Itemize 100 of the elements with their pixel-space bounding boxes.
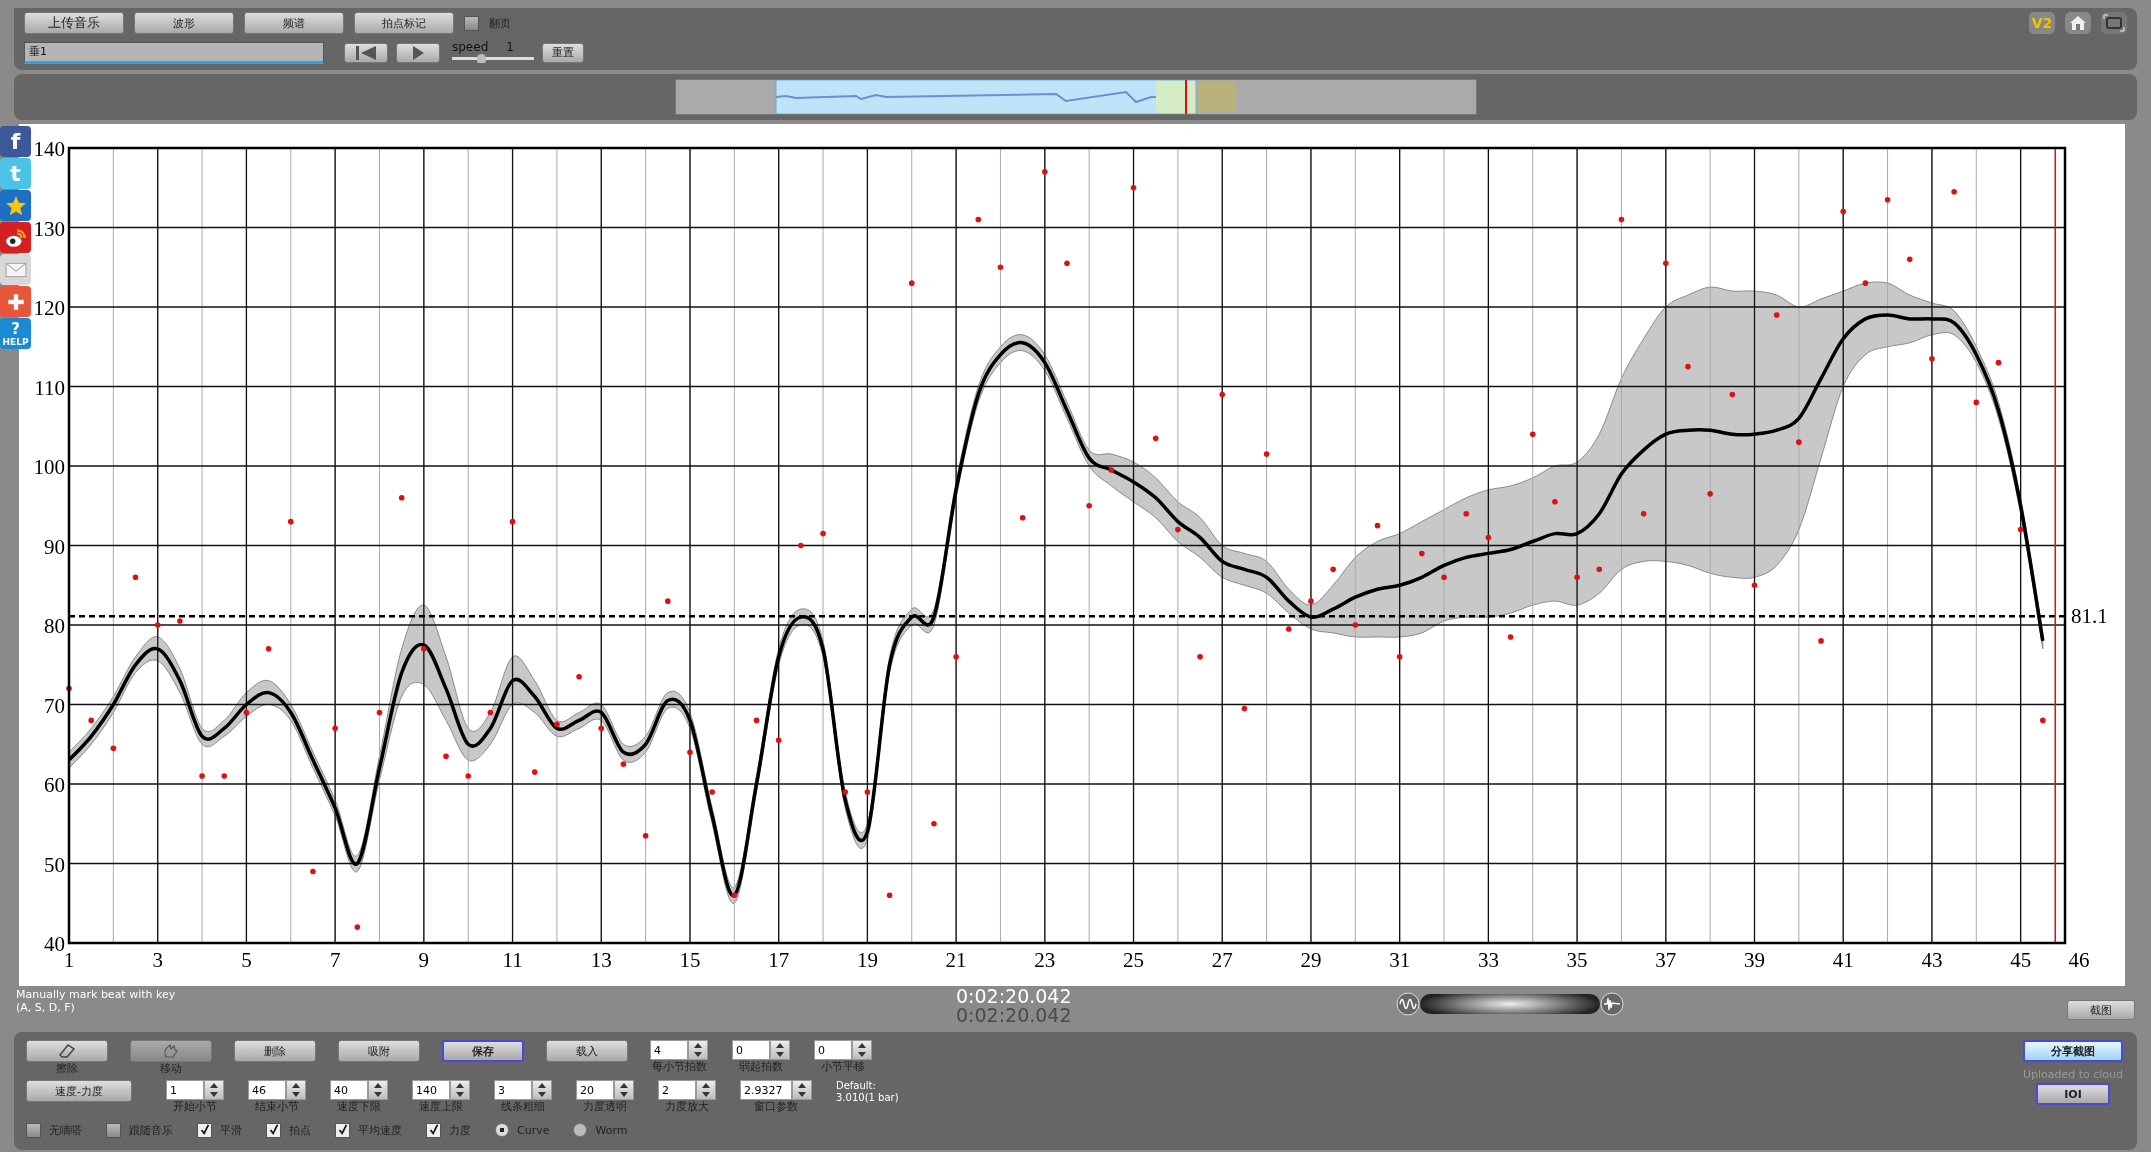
blend-slider[interactable] xyxy=(1420,994,1600,1014)
sine-wave-icon[interactable] xyxy=(1396,992,1420,1016)
number-field[interactable]: 2 xyxy=(658,1080,696,1100)
stepper-button[interactable] xyxy=(792,1080,812,1100)
number-field[interactable]: 1 xyxy=(166,1080,204,1100)
reset-button[interactable]: 重置 xyxy=(542,42,584,63)
share-screenshot-button[interactable]: 分享截图 xyxy=(2023,1040,2123,1062)
action-button[interactable]: 吸附 xyxy=(338,1040,420,1062)
stepper-button[interactable] xyxy=(204,1080,224,1100)
default-label: Default: xyxy=(836,1080,877,1092)
x-tick-label: 43 xyxy=(1921,948,1943,972)
action-button[interactable]: 保存 xyxy=(442,1040,524,1062)
checkbox[interactable] xyxy=(464,15,479,31)
y-tick-label: 110 xyxy=(34,375,65,400)
fullscreen-icon[interactable] xyxy=(2101,12,2127,34)
checkbox[interactable] xyxy=(197,1122,212,1138)
y-tick-label: 80 xyxy=(44,614,65,638)
field-label: 速度下限 xyxy=(337,1100,381,1113)
checkbox-label: 力度 xyxy=(449,1122,471,1138)
stepper-button[interactable] xyxy=(688,1040,708,1060)
slider-thumb[interactable] xyxy=(476,54,486,63)
mode-button[interactable]: 速度-力度 xyxy=(26,1080,132,1102)
skip-back-icon xyxy=(354,44,378,61)
stepper-button[interactable] xyxy=(450,1080,470,1100)
x-tick-label: 27 xyxy=(1211,948,1233,972)
action-button[interactable]: 载入 xyxy=(546,1040,628,1062)
checkbox[interactable] xyxy=(335,1122,350,1138)
stepper-button[interactable] xyxy=(696,1080,716,1100)
checkbox[interactable] xyxy=(266,1122,281,1138)
ioi-button[interactable]: IOI xyxy=(2036,1083,2110,1105)
number-field[interactable]: 46 xyxy=(248,1080,286,1100)
number-field[interactable]: 20 xyxy=(576,1080,614,1100)
skip-back-button[interactable] xyxy=(344,42,388,63)
up-down-arrows-icon xyxy=(455,1081,465,1099)
up-down-arrows-icon xyxy=(537,1081,547,1099)
time-readout: 0:02:20.042 xyxy=(956,1006,1073,1025)
checkbox-label: 平均速度 xyxy=(358,1122,402,1138)
number-field[interactable]: 2.9327 xyxy=(740,1080,792,1100)
number-field[interactable]: 4 xyxy=(650,1040,688,1060)
stepper-button[interactable] xyxy=(614,1080,634,1100)
radio-button[interactable] xyxy=(573,1123,588,1137)
x-tick-label: 39 xyxy=(1744,948,1765,972)
radio-button[interactable] xyxy=(495,1123,509,1137)
up-down-arrows-icon xyxy=(701,1081,711,1099)
speed-value: 1 xyxy=(506,40,514,54)
field-label: 小节平移 xyxy=(821,1060,865,1073)
number-field[interactable]: 0 xyxy=(814,1040,852,1060)
up-down-arrows-icon xyxy=(797,1081,807,1099)
stepper-button[interactable] xyxy=(532,1080,552,1100)
stepper-button[interactable] xyxy=(286,1080,306,1100)
x-tick-label: 35 xyxy=(1566,948,1588,972)
average-label: 81.1 xyxy=(2071,604,2108,629)
share-button[interactable]: ? HELP xyxy=(0,318,31,349)
share-button[interactable] xyxy=(0,222,31,253)
toolbar-button[interactable]: 频谱 xyxy=(244,12,344,34)
y-tick-label: 70 xyxy=(44,693,65,718)
y-tick-label: 120 xyxy=(33,296,65,320)
number-field[interactable]: 3 xyxy=(494,1080,532,1100)
number-field[interactable]: 0 xyxy=(732,1040,770,1060)
track-name-field[interactable]: 垂1 xyxy=(24,41,324,64)
play-button[interactable] xyxy=(396,42,440,63)
star-icon xyxy=(4,194,27,217)
toolbar-button[interactable]: 拍点标记 xyxy=(354,12,454,34)
up-down-arrows-icon xyxy=(373,1081,383,1099)
toolbar-button[interactable]: 上传音乐 xyxy=(24,12,124,34)
waveform-overview[interactable] xyxy=(674,79,1477,115)
screenshot-button[interactable]: 截图 xyxy=(2067,1000,2135,1020)
x-tick-label: 31 xyxy=(1389,948,1411,972)
default-value: 3.010(1 bar) xyxy=(836,1092,899,1104)
up-down-arrows-icon xyxy=(291,1081,301,1099)
speed-slider[interactable] xyxy=(452,57,534,60)
eye-waves-icon xyxy=(4,226,27,249)
field-label: 线条粗细 xyxy=(501,1100,545,1113)
checkbox[interactable] xyxy=(26,1122,41,1138)
time-readout: 0:02:20.042 xyxy=(956,987,1073,1006)
stepper-button[interactable] xyxy=(770,1040,790,1060)
checkbox[interactable] xyxy=(106,1122,121,1138)
up-down-arrows-icon xyxy=(775,1041,785,1059)
speed-label: speed xyxy=(452,40,489,54)
stepper-button[interactable] xyxy=(368,1080,388,1100)
tool-button[interactable] xyxy=(26,1040,108,1062)
field-label: 结束小节 xyxy=(255,1100,299,1113)
x-tick-label: 17 xyxy=(768,948,790,972)
home-icon[interactable] xyxy=(2065,12,2091,34)
number-field[interactable]: 40 xyxy=(330,1080,368,1100)
checkbox[interactable] xyxy=(426,1122,441,1138)
x-tick-label: 5 xyxy=(241,948,252,972)
field-label: 力度放大 xyxy=(665,1100,709,1113)
y-tick-label: 100 xyxy=(33,455,65,479)
number-field[interactable]: 140 xyxy=(412,1080,450,1100)
action-button[interactable]: 删除 xyxy=(234,1040,316,1062)
toolbar-button[interactable]: 波形 xyxy=(134,12,234,34)
stepper-button[interactable] xyxy=(852,1040,872,1060)
up-down-arrows-icon xyxy=(619,1081,629,1099)
y-tick-label: 50 xyxy=(44,852,65,877)
x-tick-label: 46 xyxy=(2068,948,2090,972)
click-wave-icon[interactable] xyxy=(1600,992,1624,1016)
x-tick-label: 13 xyxy=(590,948,612,972)
hint-text: Manually mark beat with key xyxy=(16,988,177,1001)
share-button[interactable]: f xyxy=(0,126,31,157)
